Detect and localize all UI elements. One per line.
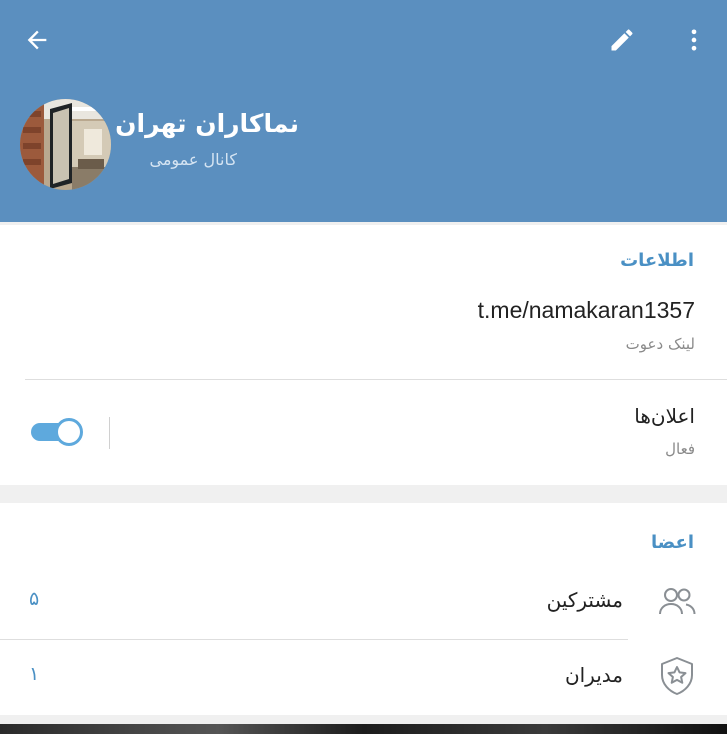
edit-button[interactable] (594, 14, 650, 70)
divider (0, 639, 628, 640)
admins-count: ۱ (29, 663, 40, 685)
notifications-toggle[interactable] (31, 418, 83, 446)
more-options-button[interactable] (666, 14, 722, 70)
subscribers-label: مشترکین (546, 588, 623, 612)
channel-subtitle: کانال عمومی (149, 150, 238, 169)
vertical-separator (109, 417, 110, 449)
channel-title: نماکاران تهران (115, 109, 299, 138)
more-vertical-icon (680, 26, 708, 58)
pencil-icon (608, 26, 636, 58)
users-icon (656, 580, 698, 622)
notifications-status: فعال (665, 440, 695, 458)
invite-link[interactable]: t.me/namakaran1357 (478, 297, 695, 324)
admins-row[interactable]: مدیران ۱ (0, 641, 727, 711)
bottom-image-strip (0, 724, 727, 734)
channel-header: نماکاران تهران کانال عمومی (0, 0, 727, 222)
arrow-left-icon (23, 26, 51, 58)
invite-link-caption: لینک دعوت (625, 335, 695, 353)
notifications-label: اعلان‌ها (634, 404, 695, 428)
members-card: اعضا مشترکین ۵ مدیران ۱ (0, 503, 727, 715)
subscribers-count: ۵ (29, 588, 40, 610)
subscribers-row[interactable]: مشترکین ۵ (0, 566, 727, 636)
toggle-knob (55, 418, 83, 446)
back-button[interactable] (9, 14, 65, 70)
info-card: اطلاعات t.me/namakaran1357 لینک دعوت اعل… (0, 225, 727, 485)
admin-shield-star-icon (656, 655, 698, 697)
channel-info-screen: نماکاران تهران کانال عمومی اطلاعات t.me/… (0, 0, 727, 734)
admins-label: مدیران (564, 663, 623, 687)
members-section-title: اعضا (651, 532, 694, 553)
channel-avatar[interactable] (20, 99, 111, 190)
info-section-title: اطلاعات (620, 250, 694, 271)
notifications-row[interactable]: اعلان‌ها فعال (0, 380, 727, 485)
